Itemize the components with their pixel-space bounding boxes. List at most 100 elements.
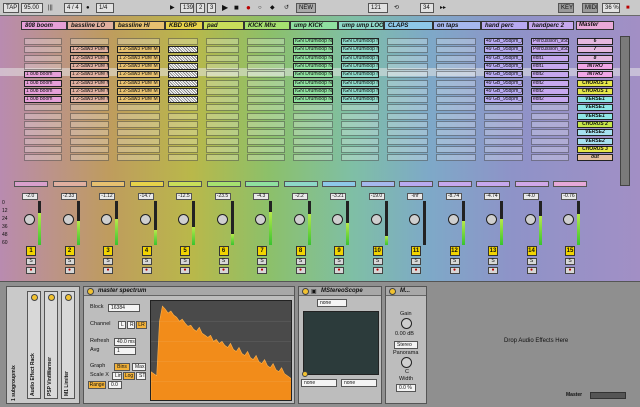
clip[interactable]: IGN Drumloop N bbox=[341, 62, 379, 70]
tap-button[interactable]: TAP bbox=[3, 3, 19, 13]
track-activator-bar[interactable] bbox=[360, 181, 395, 187]
volume-value[interactable]: -19.0 bbox=[368, 193, 385, 200]
empty-clip-slot[interactable] bbox=[206, 54, 239, 62]
empty-clip-slot[interactable] bbox=[436, 104, 476, 112]
track-header[interactable]: handperc 2 bbox=[528, 21, 574, 30]
device-scrollbar[interactable] bbox=[590, 392, 626, 399]
stop-icon[interactable]: ■ bbox=[234, 4, 239, 12]
punch-icon[interactable]: ▸▸ bbox=[440, 4, 446, 12]
pan-knob[interactable] bbox=[216, 214, 228, 225]
empty-clip-slot[interactable] bbox=[70, 129, 109, 137]
clip[interactable]: IGN Drumloop N bbox=[341, 79, 379, 87]
track-activator-bar[interactable] bbox=[437, 181, 472, 187]
clip[interactable]: 1 808 boom bbox=[24, 71, 62, 79]
empty-clip-slot[interactable] bbox=[168, 104, 198, 112]
device-menu-icon[interactable]: ▣ bbox=[311, 288, 317, 295]
clip[interactable]: IGN Drumloop N bbox=[341, 54, 379, 62]
clip[interactable]: edit2 bbox=[531, 79, 569, 87]
clip[interactable]: 1 2-Saw3 Pure M bbox=[117, 71, 160, 79]
empty-clip-slot[interactable] bbox=[247, 38, 285, 45]
empty-clip-slot[interactable] bbox=[436, 79, 476, 87]
empty-clip-slot[interactable] bbox=[387, 71, 428, 79]
audio-effect-rack[interactable]: 1 subgroupmix Audio Effect Rack PSP VintW… bbox=[6, 286, 80, 404]
clip[interactable]: 1 2-Saw3 Pure M bbox=[117, 46, 160, 54]
track-header[interactable]: bassline HI bbox=[114, 21, 165, 30]
empty-clip-slot[interactable] bbox=[484, 129, 523, 137]
solo-button[interactable]: S bbox=[449, 258, 460, 265]
gain-knob[interactable] bbox=[401, 318, 412, 329]
clip[interactable]: 1 2-Saw3 Pure M bbox=[70, 71, 109, 79]
empty-clip-slot[interactable] bbox=[117, 137, 160, 145]
empty-clip-slot[interactable] bbox=[247, 46, 285, 54]
clip[interactable]: IGN Drumloop N bbox=[293, 62, 333, 70]
arm-button[interactable]: ● bbox=[64, 267, 75, 274]
track-activator-bar[interactable] bbox=[168, 181, 202, 187]
stereo-mode-select[interactable]: Stereo bbox=[394, 341, 418, 349]
pan-knob[interactable] bbox=[101, 214, 112, 225]
track-header[interactable]: 808 boom bbox=[21, 21, 67, 30]
pan-knob[interactable] bbox=[486, 214, 497, 225]
loop-start-field[interactable]: 121 bbox=[368, 3, 388, 13]
clip[interactable]: 1 2-Saw3 Pure M bbox=[70, 96, 109, 104]
track-header[interactable]: KICK Mhz bbox=[244, 21, 290, 30]
empty-clip-slot[interactable] bbox=[168, 137, 198, 145]
clip[interactable]: 1 2-Saw3 Pure M bbox=[70, 46, 109, 54]
clip[interactable]: 49 GB_95bpm_a bbox=[484, 38, 523, 45]
empty-clip-slot[interactable] bbox=[247, 87, 285, 95]
pan-knob[interactable] bbox=[62, 214, 74, 225]
empty-clip-slot[interactable] bbox=[206, 137, 239, 145]
empty-clip-slot[interactable] bbox=[484, 112, 523, 120]
scale-lin-button[interactable]: Lin bbox=[112, 372, 122, 380]
signature-field[interactable]: 4 / 4 bbox=[64, 3, 82, 13]
empty-clip-slot[interactable] bbox=[168, 112, 198, 120]
solo-button[interactable]: S bbox=[141, 258, 152, 265]
empty-clip-slot[interactable] bbox=[531, 154, 569, 162]
empty-clip-slot[interactable] bbox=[531, 137, 569, 145]
empty-clip-slot[interactable] bbox=[387, 87, 428, 95]
empty-clip-slot[interactable] bbox=[206, 145, 239, 153]
empty-clip-slot[interactable] bbox=[206, 71, 239, 79]
track-activator-bar[interactable] bbox=[514, 181, 549, 187]
empty-clip-slot[interactable] bbox=[247, 129, 285, 137]
pan-knob[interactable] bbox=[139, 214, 151, 225]
clip[interactable]: 49 GB_95bpm_a bbox=[484, 54, 523, 62]
graph-bins-button[interactable]: Bins bbox=[114, 363, 130, 371]
empty-clip-slot[interactable] bbox=[293, 145, 333, 153]
track-activator-bar[interactable] bbox=[206, 181, 241, 187]
position-sixteenths[interactable]: 3 bbox=[207, 3, 216, 13]
empty-clip-slot[interactable] bbox=[24, 154, 62, 162]
empty-clip-slot[interactable] bbox=[247, 71, 285, 79]
solo-button[interactable]: S bbox=[334, 258, 344, 265]
arm-button[interactable]: ● bbox=[334, 267, 344, 274]
empty-clip-slot[interactable] bbox=[387, 54, 428, 62]
clip[interactable]: IGN Drumloop N bbox=[293, 46, 333, 54]
range-field[interactable]: 0.0 bbox=[108, 381, 122, 389]
empty-clip-slot[interactable] bbox=[484, 145, 523, 153]
empty-clip-slot[interactable] bbox=[341, 112, 379, 120]
track-header[interactable]: KBD GRP bbox=[165, 21, 203, 30]
empty-clip-slot[interactable] bbox=[387, 154, 428, 162]
clip[interactable] bbox=[168, 62, 198, 70]
empty-clip-slot[interactable] bbox=[387, 104, 428, 112]
empty-clip-slot[interactable] bbox=[70, 145, 109, 153]
volume-value[interactable]: -4.74 bbox=[484, 193, 500, 200]
clip[interactable]: edit1 bbox=[531, 62, 569, 70]
track-activator-bar[interactable] bbox=[283, 181, 318, 187]
track-activator-bar[interactable] bbox=[91, 181, 125, 187]
scene-launch-button[interactable]: CHORUS 1 bbox=[577, 87, 613, 95]
solo-button[interactable]: S bbox=[64, 258, 75, 265]
key-map-button[interactable]: KEY bbox=[558, 3, 574, 13]
empty-clip-slot[interactable] bbox=[436, 54, 476, 62]
empty-clip-slot[interactable] bbox=[117, 145, 160, 153]
scene-launch-button[interactable]: 6 bbox=[577, 38, 613, 45]
scope-source-select[interactable]: none bbox=[317, 299, 347, 307]
scene-scrollbar[interactable] bbox=[620, 36, 630, 186]
empty-clip-slot[interactable] bbox=[24, 46, 62, 54]
effect-drop-zone[interactable]: Drop Audio Effects Here bbox=[430, 286, 636, 396]
empty-clip-slot[interactable] bbox=[117, 129, 160, 137]
automation-icon[interactable]: ◆ bbox=[270, 4, 275, 12]
empty-clip-slot[interactable] bbox=[206, 129, 239, 137]
track-number-button[interactable]: 3 bbox=[103, 246, 113, 256]
utility-device[interactable]: M... Gain 0.00 dB Stereo Panorama C Widt… bbox=[385, 286, 427, 404]
midi-map-button[interactable]: MIDI bbox=[582, 3, 598, 13]
